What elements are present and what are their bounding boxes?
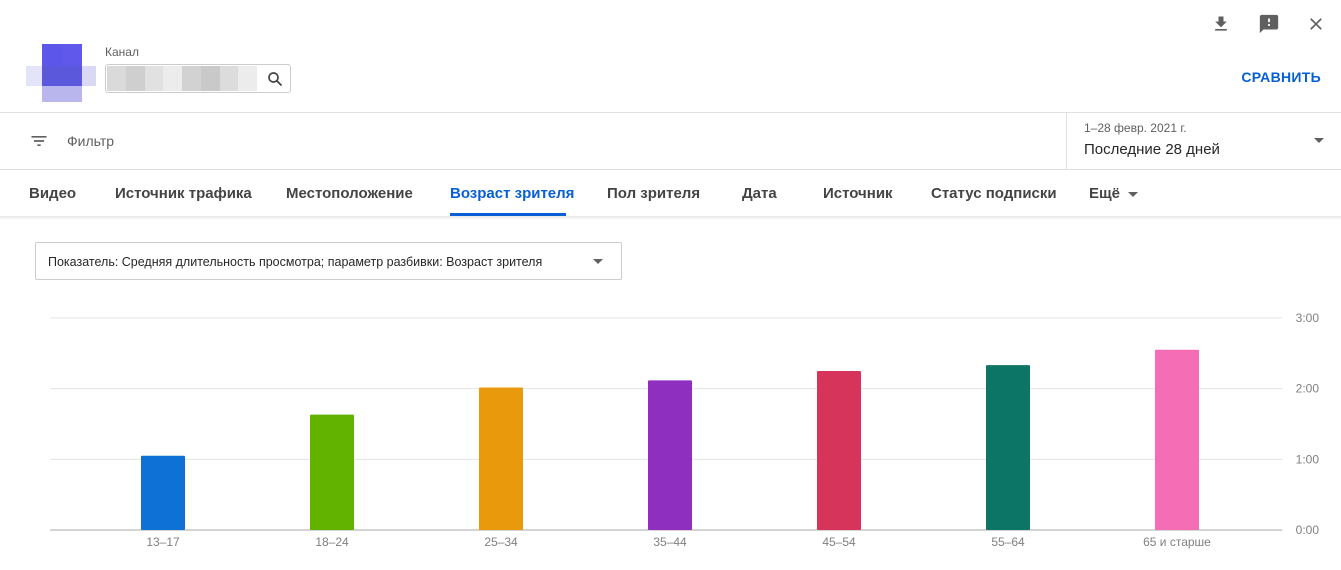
tab-more-label: Ещё — [1089, 185, 1121, 202]
x-tick-label: 25–34 — [484, 535, 518, 549]
x-tick-label: 55–64 — [991, 535, 1025, 549]
metric-selector-label: Показатель: Средняя длительность просмот… — [48, 255, 543, 269]
chevron-down-icon — [1128, 191, 1139, 197]
tab-traffic-source[interactable]: Источник трафика — [115, 185, 252, 202]
date-range-picker[interactable]: 1–28 февр. 2021 г. Последние 28 дней — [1066, 113, 1341, 169]
tabs-shadow — [0, 216, 1341, 220]
search-icon[interactable] — [266, 70, 284, 88]
tab-video[interactable]: Видео — [29, 185, 76, 202]
tab-more[interactable]: Ещё — [1089, 185, 1139, 202]
tab-source[interactable]: Источник — [823, 185, 893, 202]
x-tick-label: 65 и старше — [1143, 535, 1211, 549]
channel-name-redacted — [107, 66, 257, 91]
bar — [648, 380, 692, 530]
tab-subscription-status[interactable]: Статус подписки — [931, 185, 1057, 202]
compare-button[interactable]: СРАВНИТЬ — [1241, 69, 1321, 85]
avatar-image — [26, 34, 96, 104]
x-tick-label: 13–17 — [146, 535, 180, 549]
channel-avatar — [26, 34, 96, 104]
metric-selector[interactable]: Показатель: Средняя длительность просмот… — [35, 242, 622, 280]
date-preset-text: Последние 28 дней — [1084, 141, 1220, 158]
tab-viewer-age[interactable]: Возраст зрителя — [450, 185, 574, 202]
chevron-down-icon — [1314, 138, 1324, 143]
tab-location[interactable]: Местоположение — [286, 185, 413, 202]
chevron-down-icon — [593, 259, 603, 264]
tab-date[interactable]: Дата — [742, 185, 777, 202]
y-tick-label: 1:00 — [1296, 452, 1320, 466]
channel-selector[interactable] — [105, 64, 291, 93]
bar — [310, 414, 354, 530]
bar-chart: 0:00 1:00 2:00 3:00 13–17 18–24 25–34 35–44 45–5… — [50, 311, 1320, 549]
filter-input[interactable]: Фильтр — [67, 133, 114, 149]
bar — [141, 455, 185, 530]
y-tick-label: 0:00 — [1296, 523, 1320, 537]
bar — [817, 371, 861, 530]
close-icon[interactable] — [1303, 11, 1329, 37]
x-tick-label: 45–54 — [822, 535, 856, 549]
y-tick-label: 2:00 — [1296, 382, 1320, 396]
download-icon[interactable] — [1208, 11, 1234, 37]
bar — [479, 387, 523, 530]
y-tick-label: 3:00 — [1296, 311, 1320, 325]
filter-icon[interactable] — [29, 131, 49, 151]
bar — [1155, 349, 1199, 530]
feedback-icon[interactable] — [1256, 11, 1282, 37]
bar — [986, 365, 1030, 530]
x-tick-label: 35–44 — [653, 535, 687, 549]
date-range-text: 1–28 февр. 2021 г. — [1084, 121, 1187, 135]
x-tick-label: 18–24 — [315, 535, 349, 549]
channel-label: Канал — [105, 45, 139, 59]
tab-viewer-gender[interactable]: Пол зрителя — [607, 185, 700, 202]
dimension-tabs: Видео Источник трафика Местоположение Во… — [0, 170, 1341, 216]
